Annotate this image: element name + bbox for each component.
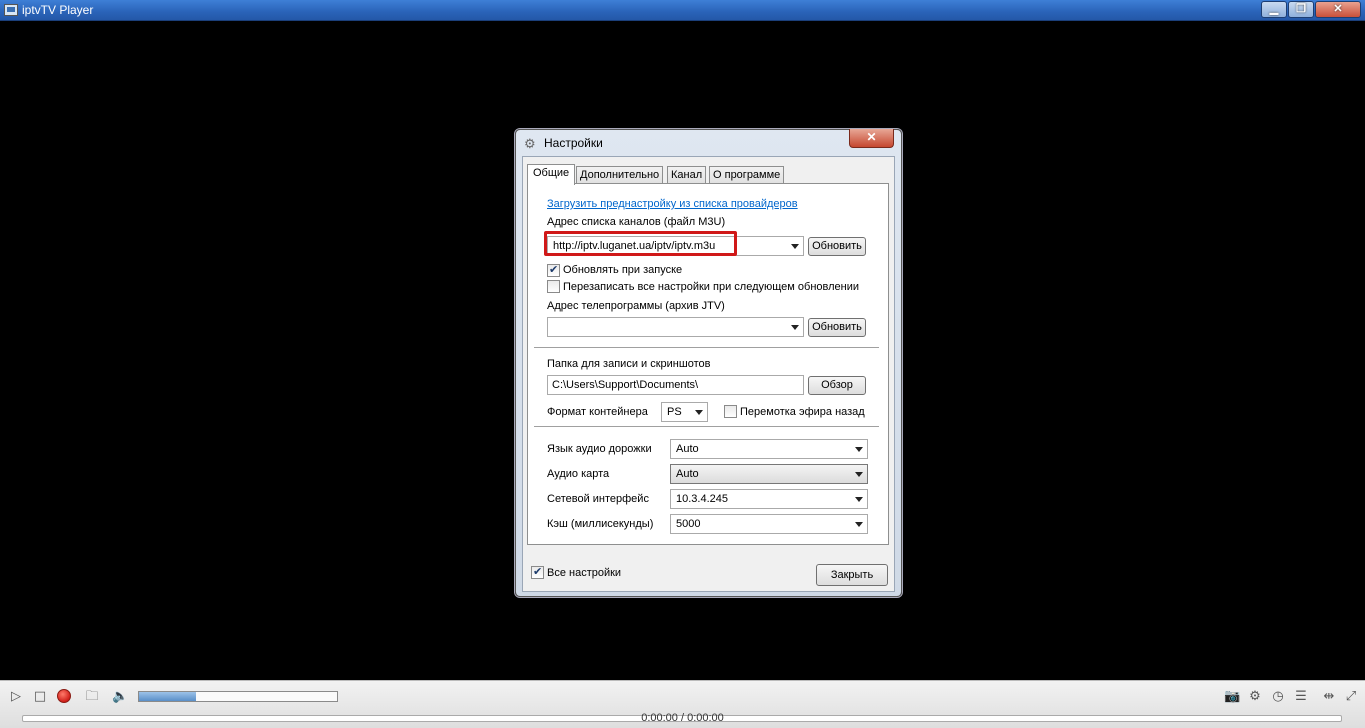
audio-track-value: Auto (676, 443, 699, 455)
chevron-down-icon[interactable] (855, 522, 863, 527)
record-folder-label: Папка для записи и скриншотов (547, 358, 711, 370)
maximize-button[interactable]: ❐ (1288, 1, 1314, 18)
audio-track-select[interactable]: Auto (670, 439, 868, 459)
rewind-checkbox[interactable] (724, 405, 737, 418)
close-button[interactable]: ✕ (1315, 1, 1361, 18)
close-dialog-button[interactable]: Закрыть (816, 564, 888, 586)
open-folder-icon[interactable]: 🗀 (84, 689, 100, 705)
overwrite-settings-checkbox[interactable] (547, 280, 560, 293)
chevron-down-icon[interactable] (855, 472, 863, 477)
player-controls: ▷ □ 🗀 🔈 📷 ⚙ ◷ ☰ ⇹ ⤢ 0:00:00 / 0:00:00 (0, 680, 1365, 728)
window-title: iptvTV Player (22, 3, 94, 17)
screenshot-icon[interactable]: 📷 (1224, 689, 1240, 705)
minimize-button[interactable]: ▁ (1261, 1, 1287, 18)
network-interface-value: 10.3.4.245 (676, 493, 728, 505)
gear-icon: ⚙ (524, 136, 536, 151)
settings-dialog: ⚙ Настройки ✕ Общие Дополнительно Канал … (515, 129, 902, 597)
tab-advanced[interactable]: Дополнительно (576, 166, 664, 184)
dialog-body: Общие Дополнительно Канал О программе За… (522, 156, 895, 592)
provider-preset-link[interactable]: Загрузить преднастройку из списка провай… (547, 198, 798, 210)
network-interface-label: Сетевой интерфейс (547, 493, 649, 505)
record-icon[interactable] (57, 689, 71, 703)
audio-track-label: Язык аудио дорожки (547, 443, 652, 455)
network-interface-select[interactable]: 10.3.4.245 (670, 489, 868, 509)
divider (534, 426, 879, 428)
volume-fill (139, 692, 197, 701)
minimize-icon: ▁ (1269, 3, 1279, 15)
stop-icon[interactable]: □ (32, 689, 48, 705)
update-epg-button[interactable]: Обновить (808, 318, 866, 337)
record-folder-input[interactable]: C:\Users\Support\Documents\ (547, 375, 804, 395)
close-icon: ✕ (1333, 3, 1343, 15)
audio-card-label: Аудио карта (547, 468, 610, 480)
dialog-close-button[interactable]: ✕ (849, 129, 894, 148)
cache-value: 5000 (676, 518, 701, 530)
cache-label: Кэш (миллисекунды) (547, 518, 654, 530)
chevron-down-icon[interactable] (855, 447, 863, 452)
title-bar[interactable]: iptvTV Player ▁ ❐ ✕ (0, 0, 1365, 21)
settings-icon[interactable]: ⚙ (1247, 689, 1263, 705)
epg-label: Адрес телепрограммы (архив JTV) (547, 300, 725, 312)
play-icon[interactable]: ▷ (8, 689, 24, 705)
chevron-down-icon[interactable] (791, 325, 799, 330)
audio-card-select[interactable]: Auto (670, 464, 868, 484)
epg-icon[interactable]: ◷ (1270, 689, 1286, 705)
rewind-label: Перемотка эфира назад (740, 406, 865, 418)
overwrite-settings-label: Перезаписать все настройки при следующем… (563, 281, 860, 293)
update-playlist-button[interactable]: Обновить (808, 237, 866, 256)
general-tab-panel: Загрузить преднастройку из списка провай… (527, 183, 889, 545)
dialog-title-bar[interactable]: ⚙ Настройки ✕ (516, 129, 901, 156)
fullscreen-icon[interactable]: ⤢ (1343, 689, 1359, 705)
chevron-down-icon[interactable] (791, 244, 799, 249)
update-on-start-label: Обновлять при запуске (563, 264, 683, 276)
all-settings-checkbox[interactable] (531, 565, 544, 579)
epg-url-combo[interactable] (547, 317, 804, 337)
fit-window-icon[interactable]: ⇹ (1321, 689, 1337, 705)
browse-button[interactable]: Обзор (808, 376, 866, 395)
all-settings-label: Все настройки (547, 567, 622, 579)
container-format-label: Формат контейнера (547, 406, 648, 418)
chevron-down-icon[interactable] (695, 410, 703, 415)
volume-slider[interactable] (138, 691, 338, 702)
cache-select[interactable]: 5000 (670, 514, 868, 534)
app-tv-icon (4, 4, 18, 16)
restore-icon: ❐ (1296, 3, 1306, 15)
playlist-label: Адрес списка каналов (файл M3U) (547, 216, 726, 228)
app-window: iptvTV Player ▁ ❐ ✕ ⚙ Настройки ✕ Общие … (0, 0, 1365, 728)
playlist-highlight-box (544, 231, 737, 256)
tab-general[interactable]: Общие (527, 164, 576, 185)
tab-channel[interactable]: Канал (667, 166, 707, 184)
audio-card-value: Auto (676, 468, 699, 480)
playlist-icon[interactable]: ☰ (1293, 689, 1309, 705)
time-display: 0:00:00 / 0:00:00 (641, 712, 724, 724)
tab-about[interactable]: О программе (709, 166, 785, 184)
divider (534, 347, 879, 349)
update-on-start-checkbox[interactable] (547, 263, 560, 277)
container-format-select[interactable]: PS (661, 402, 708, 422)
dialog-title: Настройки (544, 136, 603, 150)
container-format-value: PS (667, 406, 682, 418)
volume-icon[interactable]: 🔈 (112, 689, 128, 705)
chevron-down-icon[interactable] (855, 497, 863, 502)
